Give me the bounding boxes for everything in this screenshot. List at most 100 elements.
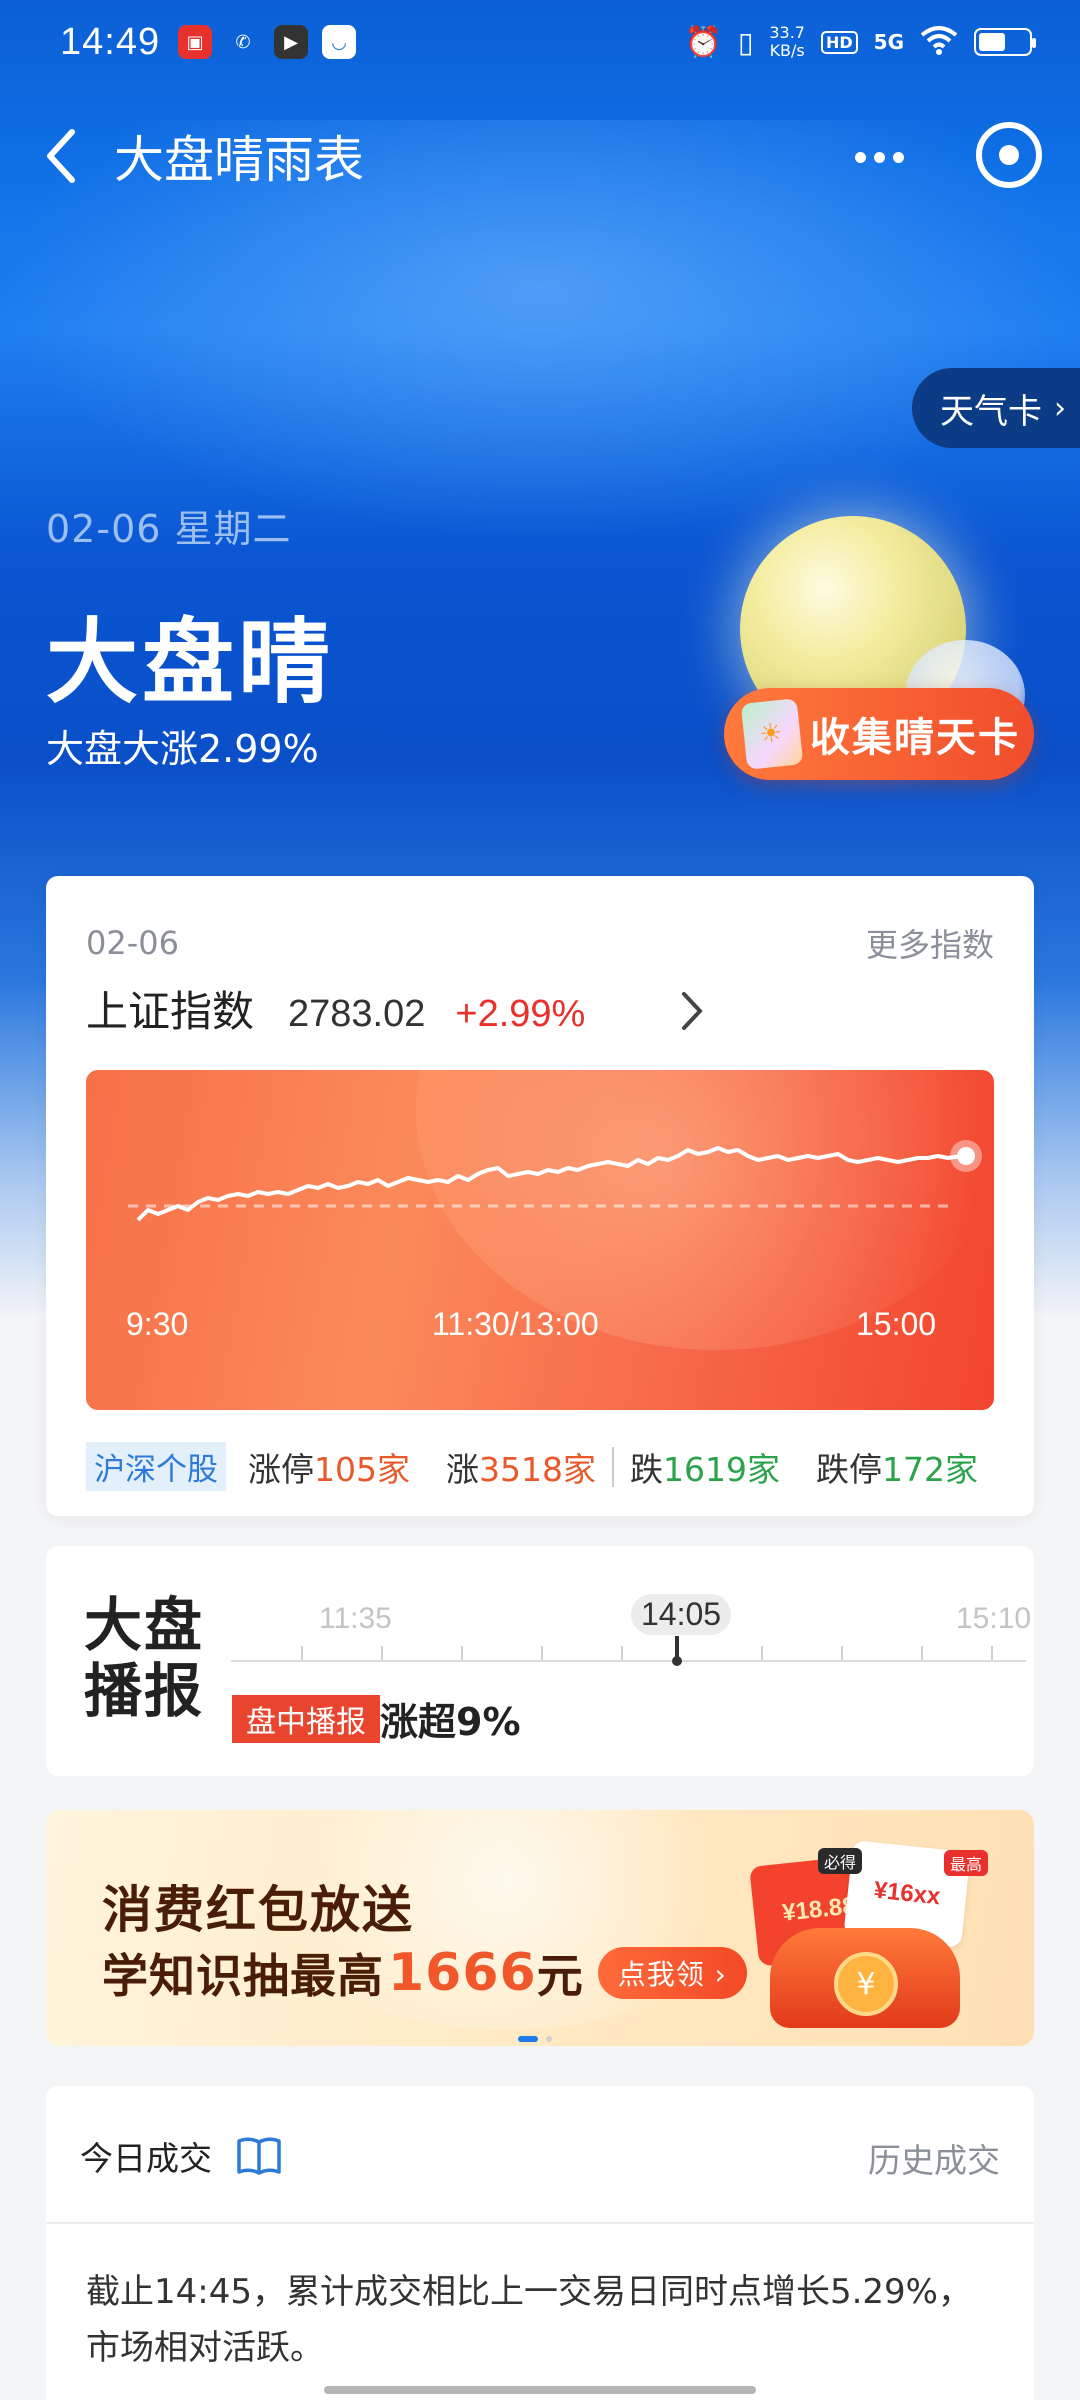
market-weather-subtitle: 大盘大涨2.99% bbox=[46, 727, 319, 771]
collect-sunny-card-button[interactable]: ☀ 收集晴天卡 bbox=[724, 688, 1034, 780]
promo-banner[interactable]: 消费红包放送 学知识抽最高 1666 元 点我领 › ¥18.88 ¥16xx … bbox=[46, 1810, 1034, 2046]
index-date: 02-06 bbox=[86, 924, 179, 962]
stat-limit-down: 跌停172家 bbox=[816, 1443, 978, 1491]
chevron-left-icon bbox=[47, 129, 75, 183]
broadcast-text: 涨超9% bbox=[380, 1700, 521, 1744]
chevron-right-icon[interactable] bbox=[676, 988, 706, 1034]
index-card: 02-06 更多指数 上证指数 2783.02 +2.99% 9:30 11:3… bbox=[46, 876, 1034, 1516]
page-title: 大盘晴雨表 bbox=[114, 131, 364, 189]
carousel-indicator bbox=[518, 2036, 552, 2042]
vibrate-icon: ▯ bbox=[737, 25, 754, 59]
banner-amount: 1666 bbox=[388, 1943, 537, 2003]
divider bbox=[611, 1446, 614, 1487]
banner-subline-prefix: 学知识抽最高 bbox=[102, 1949, 384, 2003]
broadcast-timeline[interactable]: 11:35 14:05 15:10 bbox=[231, 1546, 1031, 1686]
timeline-tick bbox=[541, 1646, 543, 1660]
page: 14:49 ▣ ✆ ▶ ◡ ⏰ ▯ 33.7 KB/s HD 5G 大盘晴雨表 bbox=[0, 0, 1080, 2400]
coin-icon: ¥ bbox=[834, 1952, 898, 2016]
weather-card-button[interactable]: 天气卡 › bbox=[912, 368, 1080, 448]
index-name: 上证指数 bbox=[86, 987, 255, 1036]
history-volume-link[interactable]: 历史成交 bbox=[868, 2134, 1000, 2182]
broadcast-title: 大盘 播报 bbox=[84, 1592, 204, 1724]
stat-up: 涨3518家 bbox=[446, 1443, 596, 1491]
volume-title-row: 今日成交 bbox=[80, 2132, 282, 2180]
timeline-tick bbox=[761, 1646, 763, 1660]
close-miniapp-button[interactable] bbox=[976, 122, 1042, 188]
speed-value: 33.7 bbox=[769, 23, 805, 42]
broadcast-title-line2: 播报 bbox=[84, 1657, 205, 1725]
wechat-icon: ✆ bbox=[235, 31, 251, 53]
chart-tick-close: 15:00 bbox=[856, 1306, 937, 1342]
stat-unit: 家 bbox=[377, 1449, 410, 1489]
index-value: 2783.02 bbox=[288, 993, 426, 1035]
intraday-chart-svg bbox=[128, 1140, 982, 1222]
price-line bbox=[136, 1146, 963, 1222]
market-breadth-stats: 沪深个股 涨停105家 涨3518家 跌1619家 跌停172家 bbox=[86, 1442, 1014, 1491]
stat-value: 105 bbox=[314, 1449, 377, 1489]
stat-unit: 家 bbox=[944, 1449, 978, 1489]
home-indicator[interactable] bbox=[324, 2386, 756, 2394]
timeline-axis bbox=[231, 1660, 1026, 1662]
book-icon[interactable] bbox=[236, 2136, 282, 2176]
notification-icons: ▣ ✆ ▶ ◡ bbox=[178, 25, 357, 59]
volume-title: 今日成交 bbox=[80, 2139, 212, 2178]
network-type: 5G bbox=[873, 30, 904, 54]
timeline-tick bbox=[381, 1646, 383, 1660]
stat-value: 3518 bbox=[479, 1449, 563, 1489]
battery-icon bbox=[974, 28, 1036, 56]
timeline-tick bbox=[621, 1646, 623, 1660]
chevron-right-icon: › bbox=[1054, 390, 1066, 426]
back-button[interactable] bbox=[10, 106, 110, 206]
banner-subline: 学知识抽最高 1666 元 点我领 › bbox=[102, 1940, 747, 2006]
chart-tick-noon: 11:30/13:00 bbox=[432, 1306, 599, 1342]
timeline-pin bbox=[672, 1636, 682, 1666]
stat-value: 172 bbox=[881, 1449, 945, 1489]
stat-unit: 家 bbox=[562, 1449, 596, 1489]
volume-card: 今日成交 历史成交 截止14:45，累计成交相比上一交易日同时点增长5.29%，… bbox=[46, 2086, 1034, 2400]
volume-summary: 截止14:45，累计成交相比上一交易日同时点增长5.29%，市场相对活跃。 bbox=[86, 2272, 972, 2368]
current-point-core bbox=[957, 1147, 975, 1165]
stat-label: 跌停 bbox=[815, 1449, 882, 1489]
shopping-bag-icon: ◡ bbox=[322, 25, 357, 59]
more-options-button[interactable] bbox=[844, 122, 914, 192]
stat-label: 涨停 bbox=[248, 1449, 314, 1489]
index-change: +2.99% bbox=[455, 993, 586, 1035]
stat-label: 跌 bbox=[629, 1449, 663, 1489]
stat-value: 1619 bbox=[662, 1449, 747, 1489]
chart-tick-open: 9:30 bbox=[126, 1306, 189, 1342]
more-indices-link[interactable]: 更多指数 bbox=[866, 920, 994, 966]
app-notification-icon: ▣ bbox=[178, 25, 213, 59]
system-icons: ⏰ ▯ 33.7 KB/s HD 5G bbox=[685, 24, 1036, 60]
stat-unit: 家 bbox=[746, 1449, 780, 1489]
hd-icon: HD bbox=[820, 30, 858, 54]
speed-unit: KB/s bbox=[769, 41, 805, 60]
broadcast-title-line1: 大盘 bbox=[84, 1591, 205, 1659]
wifi-icon bbox=[920, 25, 958, 60]
timeline-tick bbox=[461, 1646, 463, 1660]
status-time: 14:49 bbox=[60, 20, 161, 63]
badge: 最高 bbox=[944, 1850, 989, 1876]
nav-bar: 大盘晴雨表 bbox=[0, 100, 1080, 212]
index-summary-row[interactable]: 上证指数 2783.02 +2.99% bbox=[86, 978, 585, 1044]
stat-label: 涨 bbox=[446, 1449, 479, 1489]
status-bar: 14:49 ▣ ✆ ▶ ◡ ⏰ ▯ 33.7 KB/s HD 5G bbox=[0, 0, 1080, 84]
timeline-label-right: 15:10 bbox=[956, 1602, 1032, 1635]
stat-limit-up: 涨停105家 bbox=[248, 1443, 410, 1491]
network-speed: 33.7 KB/s bbox=[769, 24, 805, 60]
weather-card-icon: ☀ bbox=[740, 698, 804, 770]
banner-headline: 消费红包放送 bbox=[102, 1881, 414, 1939]
claim-button[interactable]: 点我领 › bbox=[597, 1947, 747, 1999]
broadcast-headline: 盘中播报 涨超9% bbox=[232, 1691, 521, 1746]
video-app-icon: ▶ bbox=[274, 25, 309, 59]
timeline-current-time: 14:05 bbox=[631, 1594, 732, 1635]
weather-card-label: 天气卡 bbox=[940, 391, 1042, 432]
timeline-tick bbox=[991, 1646, 993, 1660]
market-broadcast-card[interactable]: 大盘 播报 11:35 14:05 15:10 盘中播报 涨超9% bbox=[46, 1546, 1034, 1776]
timeline-tick bbox=[841, 1646, 843, 1660]
intraday-chart[interactable]: 9:30 11:30/13:00 15:00 bbox=[86, 1070, 994, 1410]
badge: 必得 bbox=[818, 1848, 863, 1874]
banner-unit: 元 bbox=[536, 1949, 584, 2003]
divider bbox=[46, 2222, 1034, 2224]
timeline-tick bbox=[921, 1646, 923, 1660]
collect-button-label: 收集晴天卡 bbox=[810, 715, 1020, 761]
